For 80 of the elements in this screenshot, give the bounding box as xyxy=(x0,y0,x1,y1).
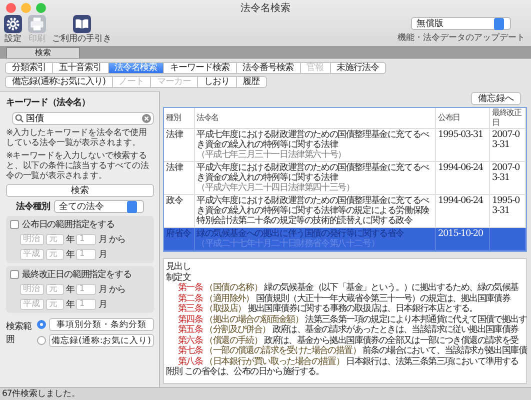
window-title: 法令名検索 xyxy=(240,2,290,14)
type-select[interactable]: 全ての法令 xyxy=(54,200,144,213)
main-tab[interactable]: 検索 xyxy=(6,47,80,58)
checkbox-label: 公布日の範囲指定をする xyxy=(22,218,114,231)
unit-label: 年 xyxy=(66,298,74,311)
article-text: 第一条 （国債の名称） 緑の気候基金（以下「基金」という。）に拠出するため、緑の気候基 xyxy=(177,283,520,294)
unit-label: 年 xyxy=(66,284,74,296)
clear-icon[interactable] xyxy=(142,114,151,123)
from-label: から xyxy=(108,234,126,246)
table-cell: 2015-10-20 xyxy=(436,228,490,250)
search-icon xyxy=(15,114,24,123)
checkbox[interactable] xyxy=(10,270,19,279)
search-field[interactable]: 国債 xyxy=(12,112,154,125)
table-cell: 府省令 xyxy=(164,228,194,250)
toolbar-button[interactable]: ご利用の手引き xyxy=(52,15,112,44)
gear-icon xyxy=(4,15,22,33)
law-name: 緑の気候基金への拠出に伴う国債の発行等に関する省令 xyxy=(196,229,406,239)
mode-tab[interactable]: 分類索引 xyxy=(5,62,53,74)
law-citation: （平成六年六月二十四日法律第四十三号） xyxy=(196,183,356,193)
close-button[interactable] xyxy=(6,2,16,12)
mode-tab[interactable]: しおり xyxy=(198,76,237,88)
radio-button[interactable] xyxy=(36,320,46,329)
article-text: 第二条 （適用除外） 国債規則（大正十一年大蔵省令第三十一号）の規定は、拠出国庫債券 xyxy=(177,294,512,304)
update-link[interactable]: 機能・法令データのアップデート xyxy=(398,33,525,43)
column-header[interactable]: 種別 xyxy=(164,108,194,128)
memo-button[interactable]: 備忘録へ xyxy=(471,92,521,105)
type-label: 法令種別 xyxy=(16,200,50,213)
book-icon xyxy=(72,15,91,33)
law-citation: （平成七年三月三十一日法律第六十号） xyxy=(196,150,347,160)
article-text: 第三条 （取扱店） 拠出国庫債券に関する事務の取扱店は、日本銀行本店とする。 xyxy=(177,304,478,314)
unit-label: 月 xyxy=(98,249,107,261)
law-name: 平成六年度における財政運営のための国債整理基金に充てるべき資金の繰入れの特例等に関する法律等の規定による労働保険特別会計法第二十条の規定等の技術的読替えに関する政令 xyxy=(196,196,430,226)
table-row[interactable]: 法律 平成六年度における財政運営のための国債整理基金に充てるべき資金の繰入れの特例等に関する法律 （平成六年六月二十四日法律第四十三号） 1994-06-24 2007-03-31 xyxy=(164,162,526,194)
unit-label: 月 xyxy=(98,299,107,311)
article-text: 第六条 （償還の手続） 政府は、基金から拠出国庫債券の全部又は一部につき償還の請求を受 xyxy=(177,336,520,346)
law-name: 平成六年度における財政運営のための国債整理基金に充てるべき資金の繰入れの特例等に関する法律 xyxy=(196,163,430,183)
status-text: 67件検索しました。 xyxy=(0,387,531,400)
article-text: 第五条 （分割及び併合） 政府は、基金の請求があったときは、当該請求に従い拠出国庫債券 xyxy=(177,325,518,336)
scope-label: 検索範囲 xyxy=(6,320,32,346)
table-cell: 1994-06-24 xyxy=(436,162,490,194)
hint-text: ※入力したキーワードを法令名で使用している法令一覧が表示されます。 xyxy=(6,128,148,148)
table-row[interactable]: 法律 平成七年度における財政運営のための国債整理基金に充てるべき資金の繰入れの特例等に関する法律 （平成七年三月三十一日法律第六十号） 1995-03-31 2007-03-31 xyxy=(164,128,526,162)
unit-label: 月 xyxy=(98,234,107,246)
mode-tab[interactable]: 未施行法令 xyxy=(330,62,386,74)
table-cell: 2007-03-31 xyxy=(490,162,526,194)
supplementary-text: 附則 この省令は、公布の日から施行する。 xyxy=(166,367,325,378)
keyword-label: キーワード（法令名） xyxy=(6,96,92,109)
table-cell: 法律 xyxy=(164,162,194,194)
mode-tab[interactable]: 履歴 xyxy=(236,76,267,88)
edition-select[interactable]: 無償版 xyxy=(411,17,512,30)
mode-tab[interactable]: キーワード検索 xyxy=(164,62,236,74)
table-cell: 法律 xyxy=(164,128,194,162)
checkbox-label: 最終改正日の範囲指定をする xyxy=(22,268,132,281)
table-cell: 1995-03-31 xyxy=(436,128,490,162)
mode-tab[interactable]: 五十音索引 xyxy=(53,62,108,74)
radio-button[interactable] xyxy=(36,336,46,345)
section-label: 見出し xyxy=(166,262,192,272)
law-name: 平成七年度における財政運営のための国債整理基金に充てるべき資金の繰入れの特例等に関する法律 xyxy=(196,130,430,150)
scope-button[interactable]: 備忘録(通称:お気に入り) xyxy=(48,334,154,347)
unit-label: 年 xyxy=(66,248,74,261)
mode-tab[interactable]: 備忘録(通称:お気に入り) xyxy=(5,76,113,88)
from-label: から xyxy=(108,284,126,296)
stepper-icon xyxy=(126,200,137,212)
column-header[interactable]: 法令名 xyxy=(194,108,436,128)
unit-label: 年 xyxy=(66,234,74,246)
hint-text: ※キーワードを入力しないで検索すると、以下の条件に該当するすべての法令の一覧が表示されます。 xyxy=(6,151,150,181)
zoom-button[interactable] xyxy=(36,2,46,12)
table-cell: 2007-03-31 xyxy=(490,128,526,162)
search-button[interactable]: 検索 xyxy=(6,184,154,197)
section-label: 制定文 xyxy=(166,272,192,282)
article-text: 第八条 （日本銀行が買い取った場合の措置） 日本銀行は、法第三条第三項において準用する xyxy=(177,356,520,366)
unit-label: 月 xyxy=(98,284,107,296)
scope-button[interactable]: 事項別分類・条約分類 xyxy=(48,318,154,331)
stepper-icon xyxy=(494,18,504,30)
checkbox[interactable] xyxy=(10,220,19,229)
column-header[interactable]: 公布日 xyxy=(436,108,490,128)
printer-icon xyxy=(28,15,46,33)
toolbar-button[interactable]: 設定 xyxy=(4,15,22,44)
mode-tab[interactable]: 法令番号検索 xyxy=(236,62,300,74)
column-header[interactable]: 最終改正日 xyxy=(490,108,526,128)
